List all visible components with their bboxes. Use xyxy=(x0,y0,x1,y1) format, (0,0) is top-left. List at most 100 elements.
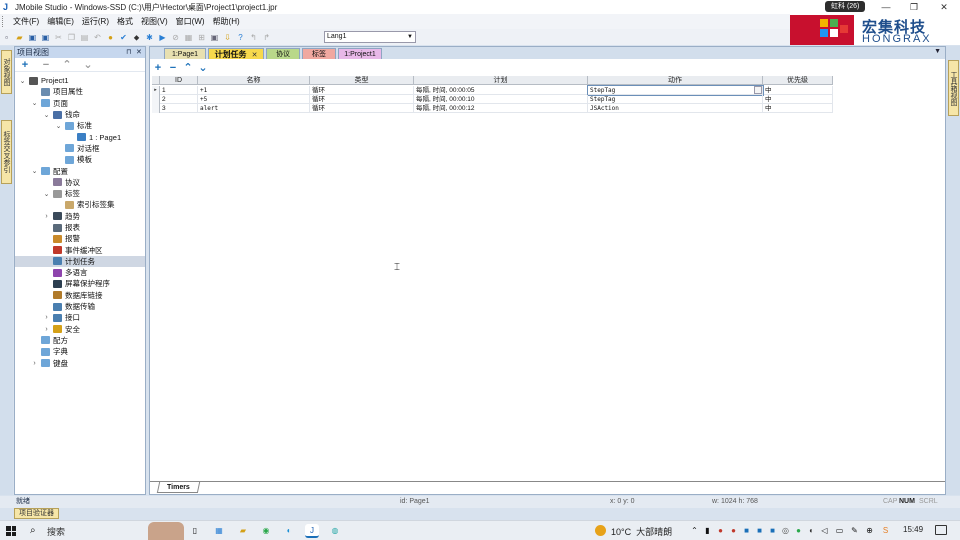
close-panel-icon[interactable]: ✕ xyxy=(136,47,142,58)
arrow-left-icon[interactable]: ↰ xyxy=(249,33,258,42)
notification-badge[interactable]: 虹科 (26) xyxy=(825,1,866,12)
taskbar-search-label[interactable]: 搜索 xyxy=(47,525,65,538)
expand-chevron-icon[interactable]: › xyxy=(43,314,50,321)
row-indicator[interactable] xyxy=(152,95,160,104)
task-view-icon[interactable]: ▯ xyxy=(188,524,202,538)
tree-item[interactable]: 1 : Page1 xyxy=(15,131,145,142)
tree-item[interactable]: 事件缓冲区 xyxy=(15,244,145,255)
tree-item[interactable]: ⌄ 标签 xyxy=(15,188,145,199)
save-icon[interactable]: ▣ xyxy=(28,33,37,42)
move-up-icon[interactable]: ⌃ xyxy=(61,59,73,71)
grid-icon[interactable]: ▦ xyxy=(184,33,193,42)
zoom-icon[interactable]: ⊞ xyxy=(197,33,206,42)
windows-start-icon[interactable] xyxy=(6,526,16,536)
cell-id[interactable]: 2 xyxy=(160,95,198,104)
side-tab-object-view[interactable]: 对象视图 xyxy=(1,50,12,94)
doc-tab[interactable]: 计划任务 ✕ xyxy=(208,48,264,59)
cell-action[interactable]: JSAction xyxy=(588,104,763,113)
move-row-up-icon[interactable]: ⌃ xyxy=(182,62,194,74)
tab-list-dropdown-icon[interactable]: ▼ xyxy=(934,48,941,55)
tree-item[interactable]: 字典 xyxy=(15,346,145,357)
stop-icon[interactable]: ⊘ xyxy=(171,33,180,42)
copy-icon[interactable]: ❐ xyxy=(67,33,76,42)
cell-name[interactable]: alert xyxy=(198,104,310,113)
tree-item[interactable]: 数据传输 xyxy=(15,301,145,312)
help-icon[interactable]: ? xyxy=(236,33,245,42)
cell-priority[interactable]: 中 xyxy=(763,86,833,95)
tree-item[interactable]: 多语言 xyxy=(15,267,145,278)
tree-item[interactable]: 项目属性 xyxy=(15,86,145,97)
ime-lang-icon[interactable]: S xyxy=(881,526,890,535)
move-down-icon[interactable]: ⌄ xyxy=(82,59,94,71)
tree-item[interactable]: 配方 xyxy=(15,335,145,346)
tray-icon-9[interactable]: ◐ xyxy=(807,526,816,535)
expand-chevron-icon[interactable]: › xyxy=(43,326,50,333)
arrow-right-icon[interactable]: ↱ xyxy=(262,33,271,42)
cell-action[interactable]: StepTag xyxy=(588,95,763,104)
file-explorer-icon[interactable]: ▰ xyxy=(236,524,250,538)
menu-file[interactable]: 文件(F) xyxy=(9,16,43,27)
tree-item[interactable]: › 趋势 xyxy=(15,211,145,222)
cell-priority[interactable]: 中 xyxy=(763,95,833,104)
row-indicator[interactable]: ▸ xyxy=(152,86,160,95)
move-row-down-icon[interactable]: ⌄ xyxy=(197,62,209,74)
network-icon[interactable]: ▭ xyxy=(835,526,844,535)
new-file-icon[interactable]: ▫ xyxy=(2,33,11,42)
cell-name[interactable]: +5 xyxy=(198,95,310,104)
side-tab-toolbox[interactable]: 工具箱视图 xyxy=(948,60,959,116)
store-icon[interactable]: ▦ xyxy=(212,524,226,538)
doc-tab[interactable]: 1:Project1 xyxy=(338,48,382,59)
tray-icon-1[interactable]: ▮ xyxy=(703,526,712,535)
cell-id[interactable]: 1 xyxy=(160,86,198,95)
tree-item[interactable]: 对话框 xyxy=(15,143,145,154)
expand-chevron-icon[interactable]: › xyxy=(31,360,38,367)
save-all-icon[interactable]: ▣ xyxy=(41,33,50,42)
open-folder-icon[interactable]: ▰ xyxy=(15,33,24,42)
menu-format[interactable]: 格式 xyxy=(113,16,137,27)
cell-type[interactable]: 循环 xyxy=(310,95,414,104)
menu-run[interactable]: 运行(R) xyxy=(78,16,113,27)
layers-icon[interactable]: ▣ xyxy=(210,33,219,42)
tree-item[interactable]: 屏幕保护程序 xyxy=(15,278,145,289)
collapse-chevron-icon[interactable]: ⌄ xyxy=(55,122,62,130)
weather-icon[interactable] xyxy=(595,525,606,536)
tree-item[interactable]: › 安全 xyxy=(15,324,145,335)
tray-icon-7[interactable]: ◎ xyxy=(781,526,790,535)
sheet-tab-timers[interactable]: Timers xyxy=(156,482,201,493)
chevron-up-icon[interactable]: ⌃ xyxy=(690,526,699,535)
tree-item[interactable]: ⌄ 标准 xyxy=(15,120,145,131)
tree-item[interactable]: › 接口 xyxy=(15,312,145,323)
app-icon[interactable]: ◍ xyxy=(328,524,342,538)
build-icon[interactable]: ● xyxy=(106,33,115,42)
project-validator-tab[interactable]: 项目验证器 xyxy=(14,508,59,519)
table-row[interactable]: 2 +5 循环 每隔, 时间, 00:00:10 StepTag 中 xyxy=(152,95,833,104)
menu-edit[interactable]: 编辑(E) xyxy=(43,16,78,27)
pen-icon[interactable]: ✎ xyxy=(850,526,859,535)
remove-row-icon[interactable]: − xyxy=(167,62,179,74)
dropdown-button[interactable] xyxy=(754,86,762,94)
collapse-chevron-icon[interactable]: ⌄ xyxy=(43,190,50,198)
tree-item[interactable]: 计划任务 xyxy=(15,255,145,268)
restore-button[interactable]: ❐ xyxy=(900,0,928,14)
row-indicator[interactable] xyxy=(152,104,160,113)
jmobile-taskbar-icon[interactable]: J xyxy=(305,524,319,538)
remove-icon[interactable]: − xyxy=(40,59,52,71)
taskbar-clock[interactable]: 15:49 xyxy=(903,525,923,534)
notification-center-icon[interactable] xyxy=(935,525,947,535)
cell-id[interactable]: 3 xyxy=(160,104,198,113)
column-header[interactable]: 类型 xyxy=(310,76,414,85)
column-header[interactable]: 动作 xyxy=(588,76,763,85)
debug-icon[interactable]: ✱ xyxy=(145,33,154,42)
pin-icon[interactable]: ⊓ xyxy=(126,47,131,58)
tree-item[interactable]: ⌄ 配置 xyxy=(15,165,145,176)
tray-icon-8[interactable]: ● xyxy=(794,526,803,535)
table-row[interactable]: ▸ 1 +1 循环 每隔, 时间, 00:00:05 StepTag 中 xyxy=(152,85,833,96)
tree-item[interactable]: 报警 xyxy=(15,233,145,244)
column-header[interactable]: 名称 xyxy=(198,76,310,85)
collapse-chevron-icon[interactable]: ⌄ xyxy=(43,111,50,119)
cell-type[interactable]: 循环 xyxy=(310,86,414,95)
cell-priority[interactable]: 中 xyxy=(763,104,833,113)
download-icon[interactable]: ⇩ xyxy=(223,33,232,42)
menu-grip[interactable] xyxy=(2,16,6,27)
tree-item[interactable]: 数据库链接 xyxy=(15,290,145,301)
